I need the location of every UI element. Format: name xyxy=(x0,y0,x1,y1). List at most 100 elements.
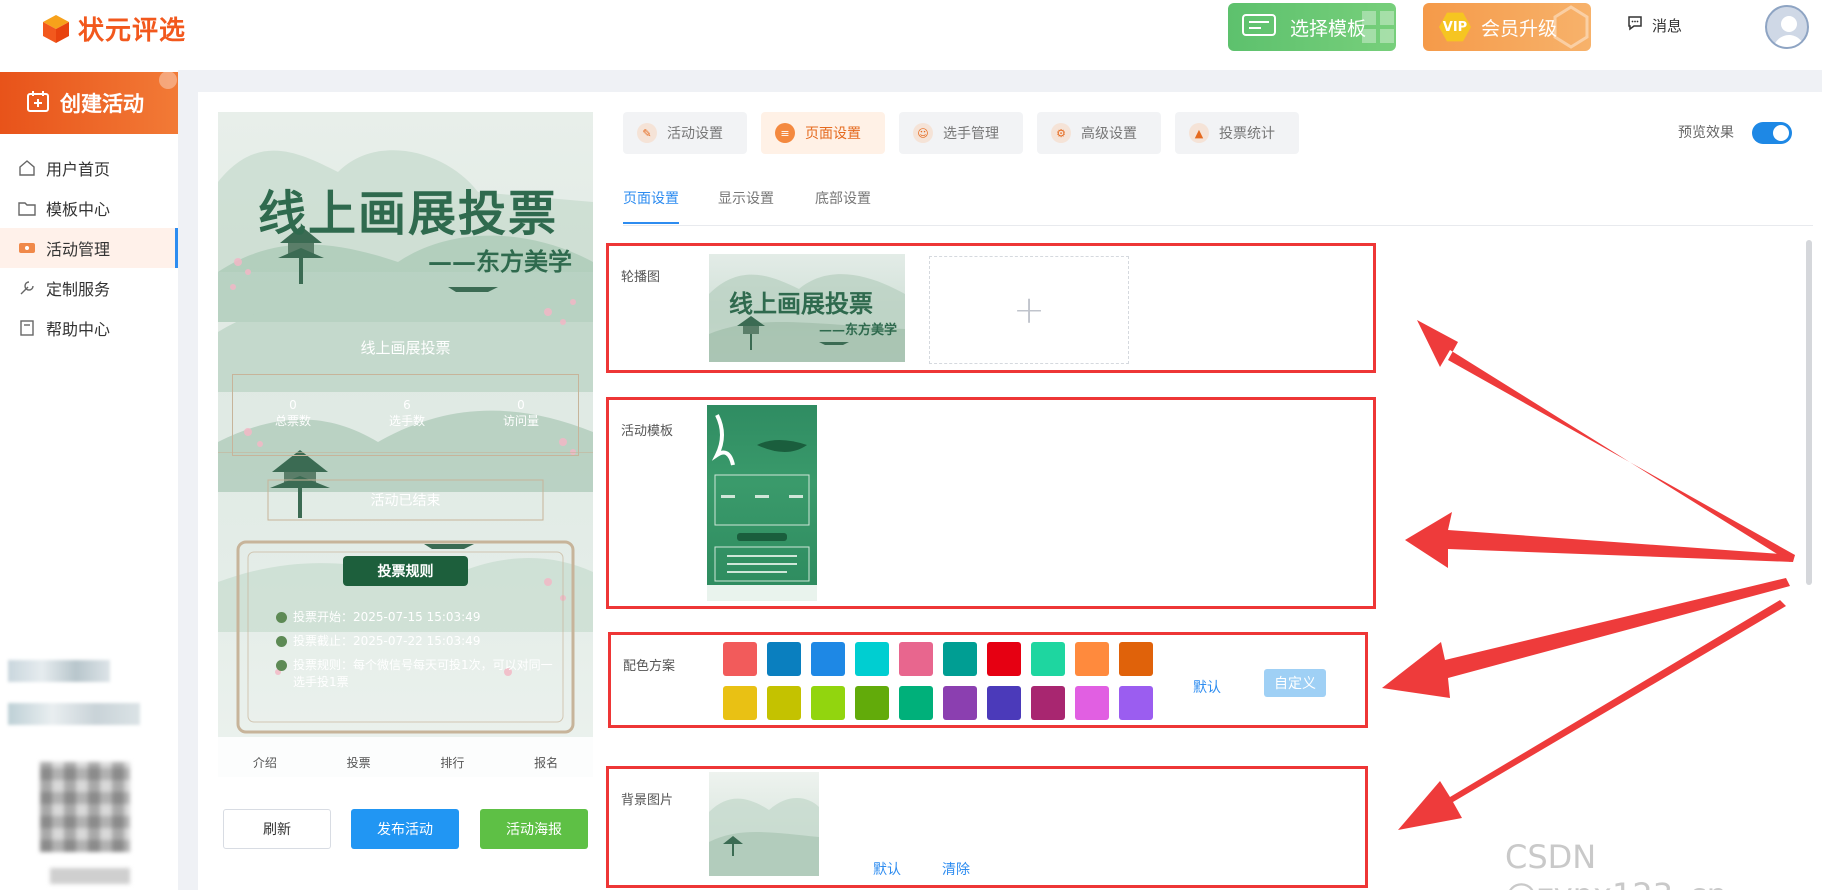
color-swatch[interactable] xyxy=(987,686,1021,720)
color-swatch[interactable] xyxy=(1031,686,1065,720)
blurred-qr-code xyxy=(40,762,130,852)
sidebar-item-custom-service[interactable]: 定制服务 xyxy=(0,268,178,308)
sidebar-item-help[interactable]: 帮助中心 xyxy=(0,308,178,348)
messages-button[interactable]: 消息 xyxy=(1626,14,1682,36)
carousel-section: 轮播图 线上画展投票 ——东方美学 + xyxy=(606,243,1376,373)
publish-activity-button[interactable]: 发布活动 xyxy=(351,809,459,849)
subtab-page-settings[interactable]: 页面设置 xyxy=(623,188,679,224)
color-default-link[interactable]: 默认 xyxy=(1193,677,1221,697)
logo-text: 状元评选 xyxy=(78,16,187,46)
color-swatch[interactable] xyxy=(855,686,889,720)
rule-detail: 投票规则：每个微信号每天可投1次，可以对同一选手投1票 xyxy=(276,657,561,691)
color-swatch[interactable] xyxy=(767,642,801,676)
color-swatch[interactable] xyxy=(1119,642,1153,676)
preview-nav-signup[interactable]: 报名 xyxy=(534,754,558,771)
tab-label: 高级设置 xyxy=(1081,126,1137,142)
stat-label: 访问量 xyxy=(502,414,539,428)
sidebar-item-home[interactable]: 用户首页 xyxy=(0,148,178,188)
stat-value: 6 xyxy=(403,398,411,412)
color-swatch[interactable] xyxy=(723,686,757,720)
color-swatches xyxy=(723,642,1153,720)
blurred-info xyxy=(8,703,140,725)
blurred-caption xyxy=(50,868,130,884)
vip-upgrade-label: 会员升级 xyxy=(1481,17,1558,40)
color-swatch[interactable] xyxy=(723,642,757,676)
carousel-upload-slot[interactable]: + xyxy=(929,256,1129,364)
background-thumbnail[interactable] xyxy=(709,772,819,876)
background-label: 背景图片 xyxy=(621,793,674,808)
tab-activity-settings[interactable]: ✎ 活动设置 xyxy=(623,112,747,154)
color-swatch[interactable] xyxy=(855,642,889,676)
template-thumbnail[interactable] xyxy=(707,405,817,601)
template-thumbnail-art xyxy=(707,414,817,601)
choose-template-button[interactable]: 选择模板 xyxy=(1228,3,1396,51)
color-swatch[interactable] xyxy=(1031,642,1065,676)
color-swatch[interactable] xyxy=(811,642,845,676)
subtab-display-settings[interactable]: 显示设置 xyxy=(718,188,774,208)
choose-template-label: 选择模板 xyxy=(1290,17,1367,40)
stat-label: 总票数 xyxy=(274,414,311,428)
preview-rules-button[interactable]: 投票规则 xyxy=(343,556,468,586)
tab-contestant-management[interactable]: ☺ 选手管理 xyxy=(899,112,1023,154)
activity-poster-button[interactable]: 活动海报 xyxy=(480,809,588,849)
color-swatch[interactable] xyxy=(811,686,845,720)
preview-bottom-nav: 介绍 投票 排行 报名 xyxy=(218,737,593,777)
refresh-button[interactable]: 刷新 xyxy=(223,809,331,849)
subtab-footer-settings[interactable]: 底部设置 xyxy=(815,188,871,208)
messages-label: 消息 xyxy=(1652,16,1683,35)
tab-page-settings[interactable]: ≡ 页面设置 xyxy=(761,112,885,154)
carousel-image-title: 线上画展投票 xyxy=(729,289,873,318)
chat-bubble-icon xyxy=(1626,14,1644,36)
color-swatch[interactable] xyxy=(1075,686,1109,720)
sidebar-item-templates[interactable]: 模板中心 xyxy=(0,188,178,228)
create-activity-button[interactable]: 创建活动 xyxy=(0,72,178,134)
tab-advanced-settings[interactable]: ⚙ 高级设置 xyxy=(1037,112,1161,154)
carousel-image-subtitle: ——东方美学 xyxy=(819,323,898,338)
tab-label: 活动设置 xyxy=(667,126,723,142)
user-silhouette-icon xyxy=(1773,16,1805,47)
rule-text: 投票规则：每个微信号每天可投1次，可以对同一选手投1票 xyxy=(293,658,553,689)
color-swatch[interactable] xyxy=(943,686,977,720)
vip-upgrade-button[interactable]: VIP 会员升级 xyxy=(1423,3,1591,51)
settings-icon: ⚙ xyxy=(1051,123,1071,143)
app-logo[interactable]: 状元评选 xyxy=(40,10,186,47)
color-swatch[interactable] xyxy=(1119,686,1153,720)
stat-value: 0 xyxy=(289,398,297,412)
preview-toggle[interactable] xyxy=(1752,122,1792,144)
color-swatch[interactable] xyxy=(899,686,933,720)
color-swatch[interactable] xyxy=(1075,642,1109,676)
background-thumbnail-art xyxy=(709,797,819,876)
sidebar-item-label: 用户首页 xyxy=(46,160,111,179)
user-avatar[interactable] xyxy=(1765,5,1809,49)
color-swatch[interactable] xyxy=(987,642,1021,676)
mobile-preview: 线上画展投票 ——东方美学 线上画展投票 0 总票数 6 选手数 0 访问量 活… xyxy=(218,112,593,777)
background-default-link[interactable]: 默认 xyxy=(873,859,901,879)
carousel-label: 轮播图 xyxy=(621,270,661,285)
plus-icon: + xyxy=(1013,288,1045,332)
home-icon xyxy=(19,160,35,176)
color-custom-button[interactable]: 自定义 xyxy=(1264,669,1326,697)
background-clear-link[interactable]: 清除 xyxy=(942,859,970,879)
folder-icon xyxy=(18,202,36,216)
carousel-image[interactable]: 线上画展投票 ——东方美学 xyxy=(709,254,905,362)
preview-nav-intro[interactable]: 介绍 xyxy=(253,754,277,771)
sidebar-item-label: 定制服务 xyxy=(46,280,111,299)
preview-subtitle: ——东方美学 xyxy=(428,247,572,276)
sidebar-item-label: 模板中心 xyxy=(46,200,111,219)
rule-text: 投票开始：2025-07-15 15:03:49 xyxy=(293,610,481,624)
tab-label: 页面设置 xyxy=(805,126,861,142)
ticket-icon xyxy=(19,243,35,253)
preview-nav-rank[interactable]: 排行 xyxy=(440,754,464,771)
page-icon: ≡ xyxy=(775,123,795,143)
sidebar-item-activity-management[interactable]: 活动管理 xyxy=(0,228,178,268)
color-swatch[interactable] xyxy=(767,686,801,720)
preview-nav-vote[interactable]: 投票 xyxy=(347,754,371,771)
tab-vote-statistics[interactable]: ▲ 投票统计 xyxy=(1175,112,1299,154)
add-calendar-icon xyxy=(26,89,50,118)
stats-icon: ▲ xyxy=(1189,123,1209,143)
color-swatch[interactable] xyxy=(943,642,977,676)
color-swatch[interactable] xyxy=(899,642,933,676)
preview-status: 活动已结束 xyxy=(370,493,441,509)
settings-scrollbar[interactable] xyxy=(1806,240,1812,585)
rule-text: 投票截止：2025-07-22 15:03:49 xyxy=(293,634,481,648)
